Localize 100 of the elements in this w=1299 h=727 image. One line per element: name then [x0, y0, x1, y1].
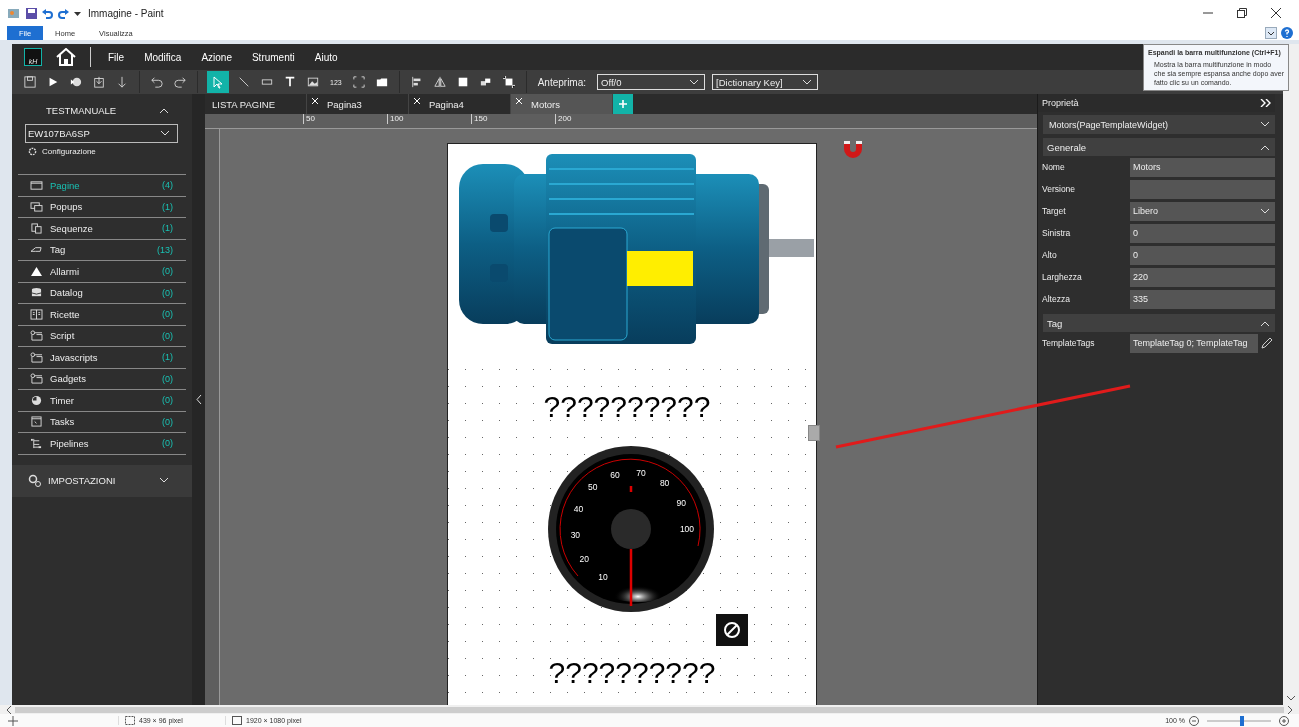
configuration-link[interactable]: Configurazione	[42, 147, 96, 156]
text-tool-icon[interactable]	[284, 76, 296, 88]
restore-icon[interactable]	[1237, 8, 1247, 18]
item-count: (0)	[162, 373, 173, 384]
sidebar-item[interactable]: Timer (0)	[18, 390, 186, 412]
pencil-icon[interactable]	[1261, 337, 1273, 349]
scroll-down-icon[interactable]	[1287, 696, 1295, 701]
redo-icon[interactable]	[174, 76, 186, 88]
property-label: Sinistra	[1042, 228, 1072, 238]
image-tool-icon[interactable]	[307, 76, 319, 88]
customize-caret-icon[interactable]	[74, 9, 81, 17]
resize-handle[interactable]	[808, 425, 820, 441]
resize-icon[interactable]	[456, 76, 469, 88]
device-dropdown[interactable]: EW107BA6SP	[25, 124, 178, 143]
chevron-down-icon	[1261, 208, 1269, 214]
key-folder-icon	[30, 330, 43, 342]
property-dropdown[interactable]: Libero	[1130, 201, 1275, 221]
chevron-down-icon	[1261, 122, 1269, 127]
sidebar-item[interactable]: Allarmi (0)	[18, 261, 186, 283]
property-label: Versione	[1042, 184, 1077, 194]
property-field[interactable]: Motors	[1130, 157, 1275, 177]
scroll-right-icon[interactable]	[1288, 705, 1293, 714]
gauge-label: 70	[636, 468, 646, 479]
document-hand-icon	[30, 222, 43, 234]
ruler-label: 100	[387, 114, 404, 124]
scroll-left-icon[interactable]	[6, 705, 11, 714]
save-icon[interactable]	[24, 76, 36, 88]
down-arrow-icon[interactable]	[116, 76, 128, 88]
gauge-label: 100	[679, 523, 695, 534]
block-icon[interactable]	[716, 614, 748, 646]
collapse-left-icon[interactable]	[195, 395, 202, 404]
menu-item[interactable]: File	[105, 51, 128, 63]
item-count: (0)	[162, 395, 173, 406]
play-icon[interactable]	[47, 76, 59, 88]
page-tab[interactable]: Motors	[511, 94, 613, 114]
menu-item[interactable]: Azione	[198, 51, 235, 63]
section-header[interactable]: Generale	[1043, 138, 1275, 156]
frame-tool-icon[interactable]	[352, 76, 365, 88]
zoom-slider-thumb[interactable]	[1240, 715, 1245, 726]
dictionary-dropdown[interactable]: [Dictionary Key]	[712, 74, 819, 90]
undo-icon[interactable]	[42, 7, 53, 19]
property-label: Alto	[1042, 250, 1058, 260]
globe-play-icon[interactable]	[70, 76, 82, 88]
settings-section[interactable]: IMPOSTAZIONI	[12, 464, 192, 497]
download-box-icon[interactable]	[93, 76, 105, 88]
sidebar-item[interactable]: Tasks (0)	[18, 411, 186, 433]
window-title: Immagine - Paint	[88, 7, 164, 19]
property-field[interactable]: 0	[1130, 245, 1275, 265]
home-icon[interactable]	[56, 48, 76, 66]
ruler-label: 150	[471, 114, 488, 124]
menu-item[interactable]: Aiuto	[311, 51, 341, 63]
sidebar-item[interactable]: Ricette (0)	[18, 304, 186, 326]
section-header[interactable]: Tag	[1043, 314, 1275, 332]
sidebar-item[interactable]: Popups (1)	[18, 196, 186, 218]
rectangle-tool-icon[interactable]	[261, 76, 273, 88]
property-field[interactable]: 335	[1130, 289, 1275, 309]
line-tool-icon[interactable]	[238, 76, 250, 88]
folder-icon[interactable]	[375, 76, 388, 88]
scrollbar-thumb[interactable]	[15, 706, 1284, 713]
property-field[interactable]: 0	[1130, 223, 1275, 243]
expand-ribbon-icon[interactable]	[1265, 27, 1277, 39]
chevron-down-icon	[690, 79, 699, 85]
ruler-label: 200	[555, 114, 572, 124]
property-label: TemplateTags	[1042, 338, 1096, 348]
sidebar-item[interactable]: Gadgets (0)	[18, 368, 186, 390]
menu-item[interactable]: Strumenti	[248, 51, 298, 63]
sidebar-item[interactable]: Datalog (0)	[18, 282, 186, 304]
save-icon[interactable]	[26, 7, 37, 19]
sidebar-item[interactable]: Script (0)	[18, 325, 186, 347]
redo-icon[interactable]	[58, 7, 69, 19]
sidebar-item[interactable]: Tag (13)	[18, 239, 186, 261]
placeholder-text: ??????????	[547, 656, 717, 690]
panel-title: Proprietà	[1042, 98, 1079, 108]
sidebar-item[interactable]: Pipelines (0)	[18, 433, 186, 455]
zoom-out-icon[interactable]	[1189, 715, 1199, 726]
crop-icon[interactable]	[502, 76, 515, 88]
chevron-up-icon[interactable]	[160, 107, 168, 113]
menu-item[interactable]: Modifica	[141, 51, 185, 63]
database-icon	[30, 287, 43, 299]
property-field[interactable]	[1130, 179, 1275, 199]
property-label: Altezza	[1042, 294, 1071, 304]
sidebar-item[interactable]: Javascripts (1)	[18, 347, 186, 369]
flip-icon[interactable]	[433, 76, 446, 88]
double-chevron-right-icon[interactable]	[1260, 99, 1271, 107]
undo-icon[interactable]	[151, 76, 163, 88]
property-field[interactable]: TemplateTag 0; TemplateTag	[1130, 333, 1258, 353]
close-icon[interactable]	[1271, 8, 1281, 18]
group-icon[interactable]	[479, 76, 492, 88]
zoom-in-icon[interactable]	[1279, 715, 1289, 726]
align-left-icon[interactable]	[410, 76, 423, 88]
sidebar-item[interactable]: Sequenze (1)	[18, 218, 186, 240]
magnet-icon[interactable]	[842, 139, 864, 159]
paint-app-icon	[7, 7, 21, 19]
columns-icon	[30, 308, 43, 320]
preview-dropdown[interactable]: Off/0	[597, 74, 706, 90]
help-icon[interactable]	[1281, 27, 1293, 39]
object-dropdown[interactable]: Motors(PageTemplateWidget)	[1043, 115, 1275, 134]
image-size-icon	[232, 716, 242, 725]
property-field[interactable]: 220	[1130, 267, 1275, 287]
sidebar-item[interactable]: Pagine (4)	[18, 175, 186, 197]
